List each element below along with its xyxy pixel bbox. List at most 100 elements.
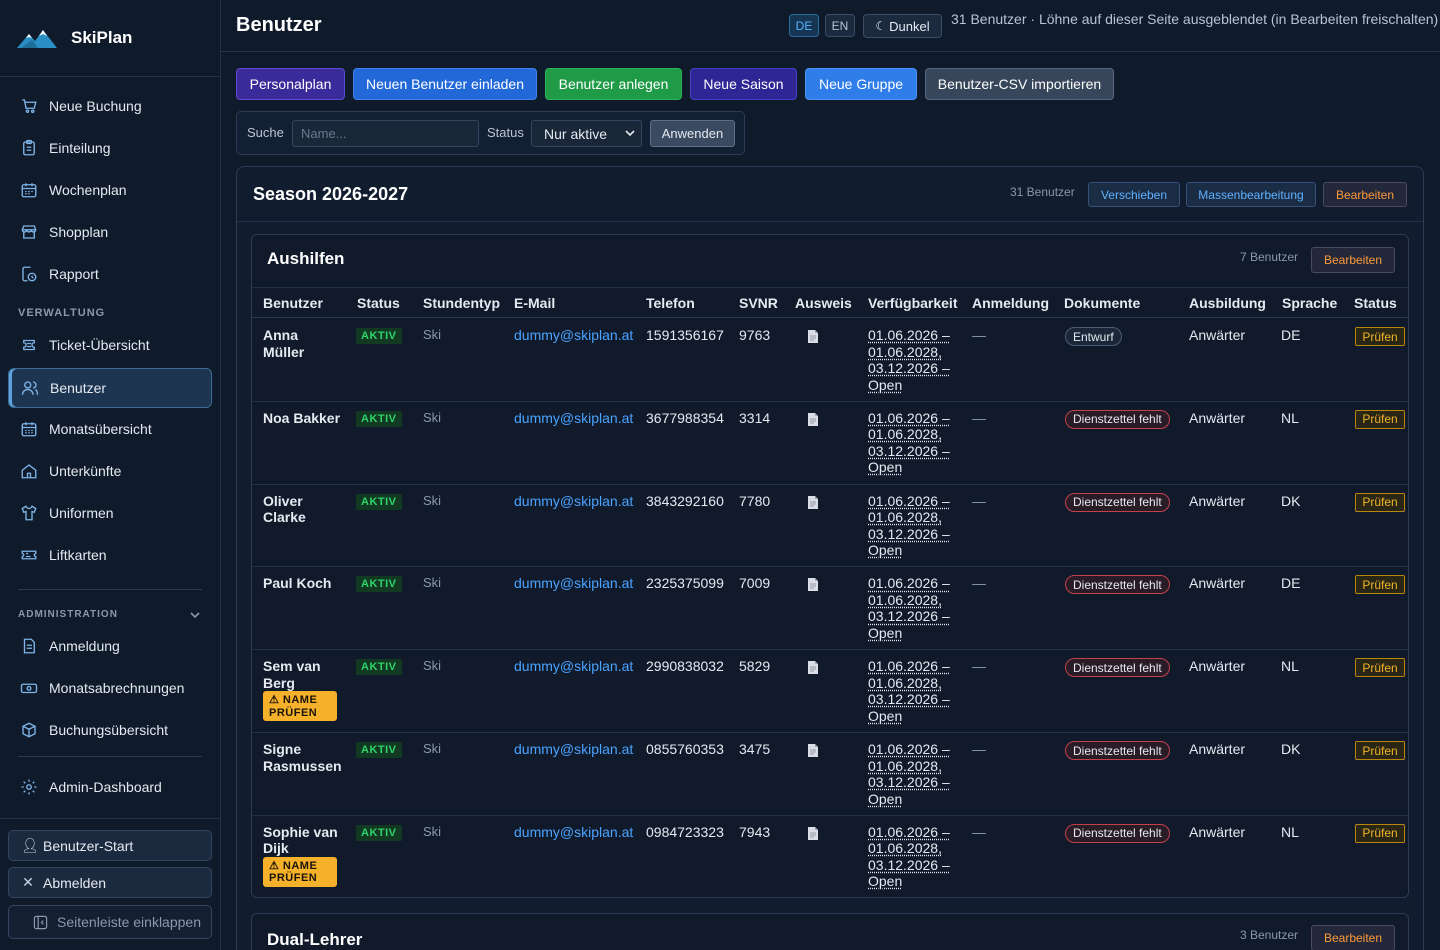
check-button[interactable]: Prüfen [1355, 824, 1405, 843]
create-user-button[interactable]: Benutzer anlegen [545, 68, 682, 100]
availability-link[interactable]: 01.06.2026 – 01.06.2028, 03.12.2026 – Op… [868, 575, 963, 641]
column-header[interactable]: Dokumente [1064, 295, 1140, 311]
search-input[interactable] [292, 120, 479, 147]
table-row[interactable]: Sophie van Dijk AKTIV Ski dummy@skiplan.at 0… [252, 816, 1408, 899]
email-link[interactable]: dummy@skiplan.at [514, 493, 633, 510]
column-header[interactable]: Status [1354, 295, 1397, 311]
document-status-badge[interactable]: Entwurf [1065, 327, 1122, 346]
document-status-badge[interactable]: Dienstzettel fehlt [1065, 658, 1170, 677]
user-name[interactable]: Sem van Berg [263, 658, 343, 691]
availability-link[interactable]: 01.06.2026 – 01.06.2028, 03.12.2026 – Op… [868, 824, 963, 890]
id-document-icon[interactable] [807, 577, 819, 592]
table-row[interactable]: Noa Bakker AKTIV Ski dummy@skiplan.at 367798… [252, 402, 1408, 485]
check-button[interactable]: Prüfen [1355, 410, 1405, 429]
user-name[interactable]: Oliver Clarke [263, 493, 343, 526]
column-header[interactable]: Ausbildung [1189, 295, 1266, 311]
lang-de-button[interactable]: DE [789, 14, 819, 37]
id-document-icon[interactable] [807, 412, 819, 427]
column-header[interactable]: Sprache [1282, 295, 1337, 311]
table-row[interactable]: Anna Müller AKTIV Ski dummy@skiplan.at 15913… [252, 319, 1408, 402]
new-group-button[interactable]: Neue Gruppe [805, 68, 917, 100]
check-button[interactable]: Prüfen [1355, 327, 1405, 346]
check-button[interactable]: Prüfen [1355, 493, 1405, 512]
email-link[interactable]: dummy@skiplan.at [514, 410, 633, 427]
column-header[interactable]: Benutzer [263, 295, 323, 311]
bulk-edit-button[interactable]: Massenbearbeitung [1186, 182, 1316, 207]
availability-link[interactable]: 01.06.2026 – 01.06.2028, 03.12.2026 – Op… [868, 658, 963, 724]
column-header[interactable]: Anmeldung [972, 295, 1049, 311]
id-document-icon[interactable] [807, 743, 819, 758]
apply-filter-button[interactable]: Anwenden [650, 120, 735, 147]
column-header[interactable]: Verfügbarkeit [868, 295, 957, 311]
user-name[interactable]: Signe Rasmussen [263, 741, 343, 774]
document-status-badge[interactable]: Dienstzettel fehlt [1065, 824, 1170, 843]
group-edit-button[interactable]: Bearbeiten [1311, 925, 1395, 950]
nav-item-liftkarten[interactable]: Liftkarten [8, 535, 212, 575]
user-name[interactable]: Paul Koch [263, 575, 343, 592]
column-header[interactable]: Telefon [646, 295, 695, 311]
check-button[interactable]: Prüfen [1355, 575, 1405, 594]
group-edit-button[interactable]: Bearbeiten [1311, 247, 1395, 273]
nav-item-shopplan[interactable]: Shopplan [8, 212, 212, 252]
nav-item-admin-dashboard[interactable]: Admin-Dashboard [8, 767, 212, 807]
collapse-sidebar-button[interactable]: Seitenleiste einklappen [8, 905, 212, 939]
nav-item-neue-buchung[interactable]: Neue Buchung [8, 86, 212, 126]
user-name[interactable]: Sophie van Dijk [263, 824, 343, 857]
column-header[interactable]: Status [357, 295, 400, 311]
document-status-badge[interactable]: Dienstzettel fehlt [1065, 575, 1170, 594]
availability-link[interactable]: 01.06.2026 – 01.06.2028, 03.12.2026 – Op… [868, 493, 963, 559]
column-header[interactable]: E-Mail [514, 295, 555, 311]
theme-toggle-button[interactable]: ☾ Dunkel [863, 14, 942, 38]
id-document-icon[interactable] [807, 826, 819, 841]
table-row[interactable]: Paul Koch AKTIV Ski dummy@skiplan.at 2325375… [252, 567, 1408, 650]
user-name[interactable]: Anna Müller [263, 327, 343, 360]
nav-item-einteilung[interactable]: Einteilung [8, 128, 212, 168]
email-link[interactable]: dummy@skiplan.at [514, 824, 633, 841]
nav-item-ticket-uebersicht[interactable]: Ticket-Übersicht [8, 325, 212, 365]
new-season-button[interactable]: Neue Saison [690, 68, 797, 100]
logout-button[interactable]: ✕ Abmelden [8, 867, 212, 898]
email-link[interactable]: dummy@skiplan.at [514, 658, 633, 675]
status-select[interactable]: Nur aktive [531, 120, 642, 147]
nav-item-unterkuenfte[interactable]: Unterkünfte [8, 451, 212, 491]
email-link[interactable]: dummy@skiplan.at [514, 575, 633, 592]
nav-item-monatsabrechnungen[interactable]: Monatsabrechnungen [8, 668, 212, 708]
availability-link[interactable]: 01.06.2026 – 01.06.2028, 03.12.2026 – Op… [868, 327, 963, 393]
document-status-badge[interactable]: Dienstzettel fehlt [1065, 493, 1170, 512]
move-button[interactable]: Verschieben [1088, 182, 1180, 207]
nav-item-anmeldung[interactable]: Anmeldung [8, 626, 212, 666]
column-header[interactable]: Ausweis [795, 295, 852, 311]
personalplan-button[interactable]: Personalplan [236, 68, 345, 100]
lang-en-button[interactable]: EN [825, 14, 855, 37]
check-button[interactable]: Prüfen [1355, 741, 1405, 760]
availability-link[interactable]: 01.06.2026 – 01.06.2028, 03.12.2026 – Op… [868, 741, 963, 807]
nav-item-wochenplan[interactable]: Wochenplan [8, 170, 212, 210]
document-status-badge[interactable]: Dienstzettel fehlt [1065, 410, 1170, 429]
email-link[interactable]: dummy@skiplan.at [514, 741, 633, 758]
brand[interactable]: SkiPlan [0, 0, 220, 77]
money-icon [20, 679, 38, 697]
nav-item-rapport[interactable]: Rapport [8, 254, 212, 294]
id-document-icon[interactable] [807, 495, 819, 510]
document-status-badge[interactable]: Dienstzettel fehlt [1065, 741, 1170, 760]
season-edit-button[interactable]: Bearbeiten [1323, 182, 1407, 207]
nav-item-benutzer[interactable]: Benutzer [8, 368, 212, 408]
import-csv-button[interactable]: Benutzer-CSV importieren [925, 68, 1114, 100]
user-name[interactable]: Noa Bakker [263, 410, 343, 427]
invite-user-button[interactable]: Neuen Benutzer einladen [353, 68, 537, 100]
user-start-button[interactable]: 👤︎ Benutzer-Start [8, 830, 212, 861]
table-row[interactable]: Sem van Berg AKTIV Ski dummy@skiplan.at 2990… [252, 650, 1408, 733]
table-row[interactable]: Signe Rasmussen AKTIV Ski dummy@skiplan.at 0… [252, 733, 1408, 816]
availability-link[interactable]: 01.06.2026 – 01.06.2028, 03.12.2026 – Op… [868, 410, 963, 476]
nav-item-uniformen[interactable]: Uniformen [8, 493, 212, 533]
nav-item-buchungsuebersicht[interactable]: Buchungsübersicht [8, 710, 212, 750]
id-document-icon[interactable] [807, 329, 819, 344]
column-header[interactable]: SVNR [739, 295, 778, 311]
check-button[interactable]: Prüfen [1355, 658, 1405, 677]
nav-item-monatsuebersicht[interactable]: Monatsübersicht [8, 409, 212, 449]
table-row[interactable]: Oliver Clarke AKTIV Ski dummy@skiplan.at 384… [252, 485, 1408, 568]
email-link[interactable]: dummy@skiplan.at [514, 327, 633, 344]
id-document-icon[interactable] [807, 660, 819, 675]
column-header[interactable]: Stundentyp [423, 295, 500, 311]
chevron-down-icon[interactable] [189, 609, 201, 621]
